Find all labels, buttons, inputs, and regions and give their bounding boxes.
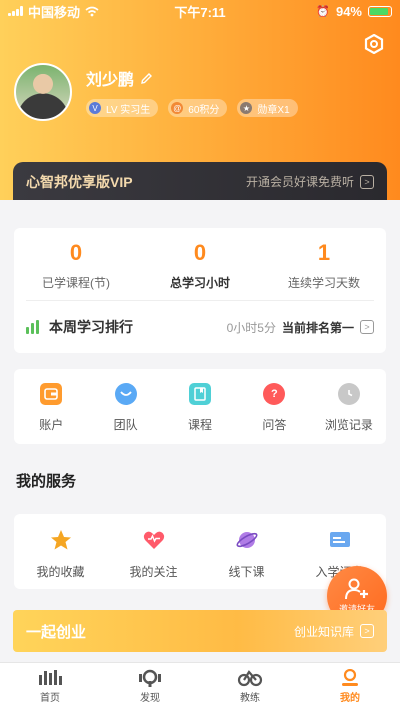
services-section-title: 我的服务: [16, 473, 77, 490]
medal-label: 勋章X1: [257, 104, 290, 116]
bottom-tab-bar: 首页 发现 教练 我的: [0, 662, 400, 710]
discover-icon: [139, 669, 161, 687]
header-divider: [0, 200, 400, 210]
stat-value: 1: [317, 240, 331, 265]
bar-chart-icon: [26, 320, 39, 334]
quick-actions-card: 账户 团队 课程 ? 问答 浏览记录: [14, 369, 386, 444]
user-name: 刘少鹏: [86, 72, 135, 89]
history-icon: [337, 383, 360, 405]
add-user-icon: [345, 578, 368, 599]
points-icon: @: [171, 102, 184, 114]
qa-icon: ?: [263, 383, 286, 405]
course-icon: [189, 383, 212, 405]
planet-icon: [236, 532, 257, 548]
quick-label: 账户: [39, 418, 64, 432]
wallet-icon: [40, 383, 63, 405]
venture-banner[interactable]: 一起创业 创业知识库 >: [13, 610, 387, 652]
stat-value: 0: [193, 240, 207, 265]
vip-link-label: 开通会员好课免费听: [245, 175, 354, 189]
user-icon: [342, 669, 358, 686]
service-label: 我的关注: [129, 565, 178, 579]
quick-item-history[interactable]: 浏览记录: [312, 369, 386, 444]
services-card: 我的收藏 我的关注 线下课 入学证书: [14, 514, 386, 589]
tab-label: 首页: [40, 693, 60, 704]
chevron-right-icon: >: [360, 320, 374, 334]
carrier-label: 中国移动: [28, 4, 81, 20]
learning-stats-card: 0 已学课程(节) 0 总学习小时 1 连续学习天数 本周学习排行 0小时5分 …: [14, 228, 386, 353]
chevron-right-icon: >: [360, 174, 374, 189]
battery-percent: 94%: [335, 3, 362, 19]
quick-label: 问答: [262, 418, 287, 432]
heart-icon: [143, 531, 164, 549]
level-label: LV 实习生: [106, 104, 151, 116]
tab-label: 我的: [340, 693, 360, 704]
tab-discover[interactable]: 发现: [100, 663, 200, 710]
stat-hours[interactable]: 0 总学习小时: [138, 228, 262, 300]
chevron-right-icon: >: [360, 624, 374, 638]
profile-badges: V LV 实习生 @ 60积分 ★ 勋章X1: [86, 99, 298, 117]
service-label: 线下课: [228, 565, 265, 579]
vip-banner[interactable]: 心智邦优享版VIP 开通会员好课免费听 >: [13, 162, 387, 201]
vip-link[interactable]: 开通会员好课免费听 >: [246, 173, 374, 190]
edit-icon[interactable]: [140, 72, 153, 85]
medal-icon: ★: [240, 102, 253, 114]
rank-title: 本周学习排行: [49, 319, 133, 335]
quick-label: 课程: [188, 418, 213, 432]
service-item-favorites[interactable]: 我的收藏: [14, 514, 107, 589]
status-bar: 中国移动 下午7:11 ⏰ 94%: [0, 0, 400, 22]
signal-icon: [8, 6, 23, 16]
service-item-offline[interactable]: 线下课: [200, 514, 293, 589]
battery-icon: [368, 5, 392, 17]
avatar[interactable]: [14, 63, 72, 121]
points-badge[interactable]: @ 60积分: [168, 99, 228, 117]
stat-label: 连续学习天数: [287, 276, 360, 290]
quick-item-account[interactable]: 账户: [14, 369, 88, 444]
quick-item-course[interactable]: 课程: [163, 369, 237, 444]
card-icon: [329, 532, 350, 547]
quick-label: 浏览记录: [324, 418, 373, 432]
stat-label: 总学习小时: [169, 276, 230, 290]
stat-courses[interactable]: 0 已学课程(节): [14, 228, 138, 300]
tab-home[interactable]: 首页: [0, 663, 100, 710]
level-icon: V: [89, 102, 101, 114]
stat-value: 0: [69, 240, 83, 265]
quick-label: 团队: [113, 418, 138, 432]
tab-label: 教练: [240, 693, 260, 704]
weekly-rank-row[interactable]: 本周学习排行 0小时5分 当前排名第一 >: [26, 300, 374, 353]
home-icon: [39, 670, 62, 685]
vip-title: 心智邦优享版VIP: [26, 173, 133, 190]
tab-mine[interactable]: 我的: [300, 663, 400, 710]
medal-badge[interactable]: ★ 勋章X1: [237, 99, 298, 117]
settings-icon[interactable]: [364, 34, 384, 54]
stat-streak[interactable]: 1 连续学习天数: [262, 228, 386, 300]
quick-item-qa[interactable]: ? 问答: [237, 369, 311, 444]
team-icon: [114, 383, 137, 405]
alarm-icon: ⏰: [316, 5, 330, 18]
tab-coach[interactable]: 教练: [200, 663, 300, 710]
points-label: 60积分: [188, 104, 220, 116]
coach-icon: [237, 670, 263, 687]
venture-link-label: 创业知识库: [293, 624, 354, 639]
level-badge[interactable]: V LV 实习生: [86, 99, 159, 117]
service-label: 我的收藏: [36, 565, 85, 579]
rank-status: 当前排名第一: [281, 320, 354, 335]
service-item-following[interactable]: 我的关注: [107, 514, 200, 589]
star-icon: [50, 530, 71, 550]
venture-link[interactable]: 创业知识库 >: [294, 623, 374, 640]
quick-item-team[interactable]: 团队: [88, 369, 162, 444]
stat-label: 已学课程(节): [42, 276, 110, 290]
user-name-row[interactable]: 刘少鹏: [86, 66, 153, 90]
venture-title: 一起创业: [26, 623, 87, 641]
tab-label: 发现: [140, 693, 160, 704]
rank-time: 0小时5分: [226, 320, 276, 335]
wifi-icon: [85, 6, 99, 16]
